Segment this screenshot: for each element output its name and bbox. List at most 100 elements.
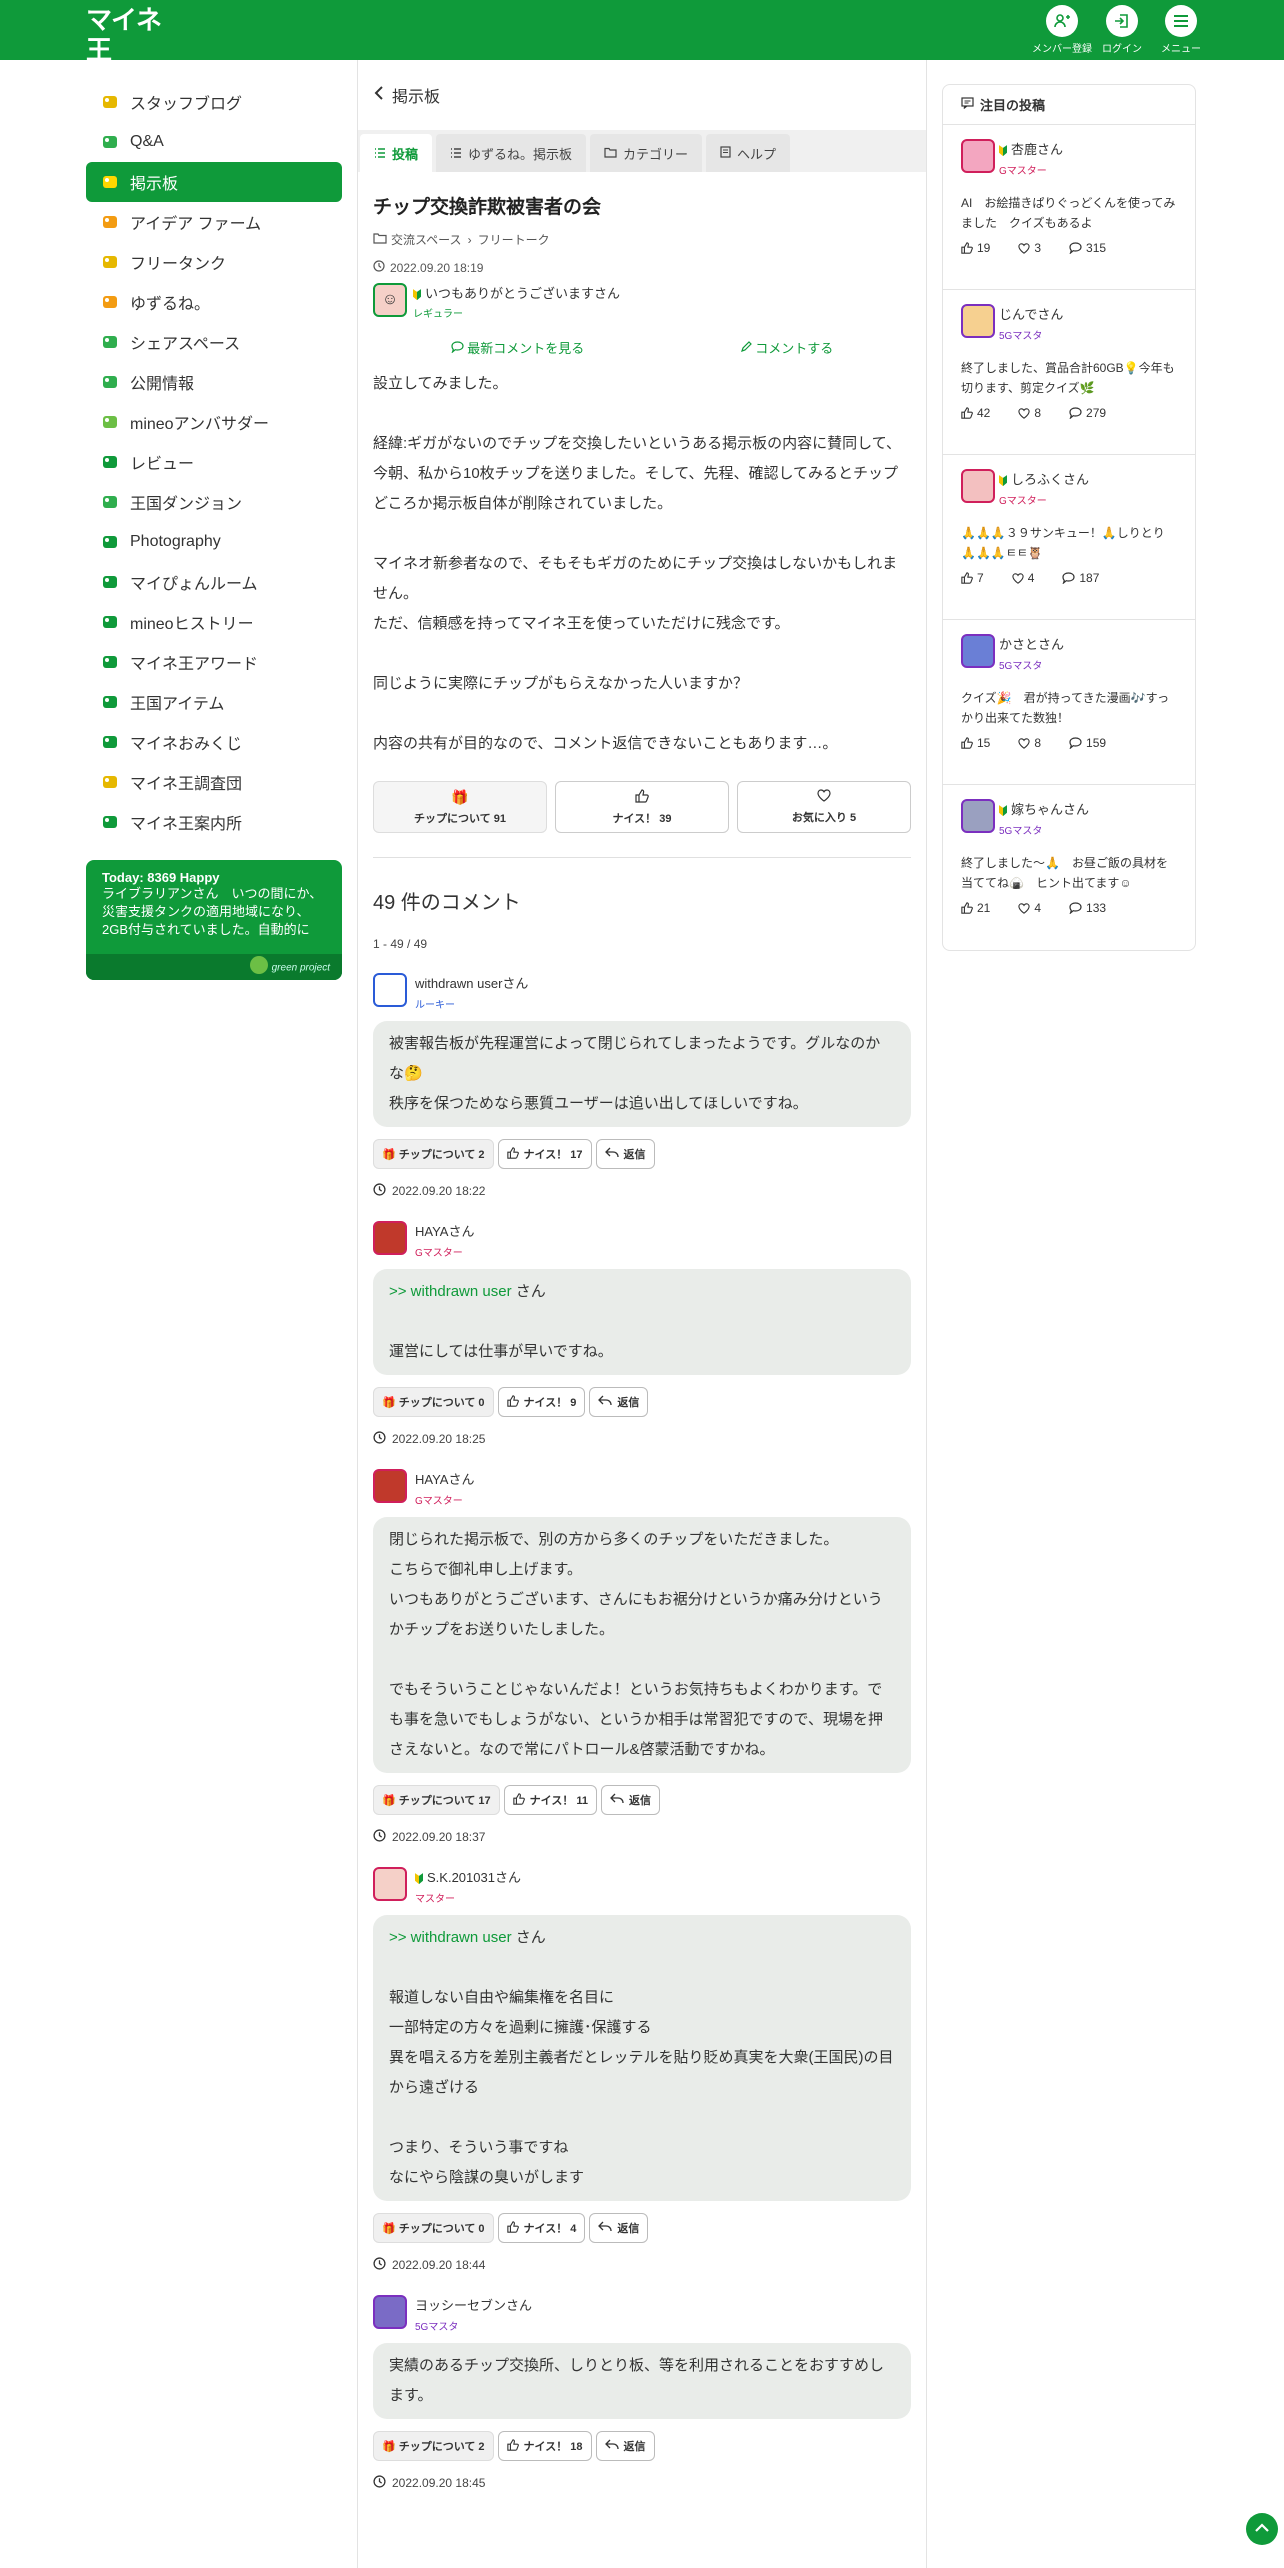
sidebar-item-label: 王国アイテム bbox=[130, 696, 225, 713]
sidebar-item[interactable]: レビュー bbox=[86, 442, 342, 482]
comment-reply-button[interactable]: 返信 bbox=[589, 1387, 649, 1417]
sidebar-item[interactable]: Q&A bbox=[86, 122, 342, 162]
post-paragraph bbox=[373, 639, 911, 669]
favorite-button[interactable]: お気に入り 5 bbox=[737, 781, 911, 833]
pencil-icon bbox=[740, 341, 756, 356]
featured-post-header: 嫁ちゃんさん 5Gマスタ bbox=[961, 799, 1177, 837]
comment-author[interactable]: HAYAさん bbox=[415, 1224, 474, 1239]
comment-tip-button[interactable]: 🎁 チップについて 17 bbox=[373, 1785, 500, 1815]
featured-post-text[interactable]: 終了しました、賞品合計60GB💡今年も切ります、剪定クイズ🌿 bbox=[961, 358, 1177, 400]
comment-tip-button[interactable]: 🎁 チップについて 2 bbox=[373, 2431, 494, 2461]
sidebar-item[interactable]: マイネ王調査団 bbox=[86, 762, 342, 802]
comment-avatar[interactable] bbox=[373, 2295, 407, 2329]
view-latest-comment-link[interactable]: 最新コメントを見る bbox=[450, 338, 584, 357]
comment-reply-button[interactable]: 返信 bbox=[595, 2431, 655, 2461]
sidebar-item[interactable]: シェアスペース bbox=[86, 322, 342, 362]
login-button[interactable]: ログイン bbox=[1092, 5, 1152, 55]
scroll-top-button[interactable] bbox=[1246, 2513, 1278, 2545]
featured-post-avatar[interactable] bbox=[961, 469, 995, 503]
post-category[interactable]: 交流スペース bbox=[391, 231, 462, 248]
comment-author[interactable]: S.K.201031さん bbox=[427, 1870, 521, 1885]
comment-author-rank: マスター bbox=[415, 1894, 455, 1905]
menu-button[interactable]: メニュー bbox=[1151, 5, 1211, 55]
comment-avatar[interactable] bbox=[373, 1221, 407, 1255]
comment-avatar[interactable] bbox=[373, 973, 407, 1007]
featured-post-avatar[interactable] bbox=[961, 634, 995, 668]
comment-avatar[interactable] bbox=[373, 1867, 407, 1901]
sidebar-item[interactable]: マイネ王案内所 bbox=[86, 802, 342, 842]
featured-post-text[interactable]: AI お絵描きぱりぐっどくんを使ってみました クイズもあるよ bbox=[961, 193, 1177, 235]
featured-post-avatar[interactable] bbox=[961, 304, 995, 338]
sidebar-item[interactable]: 掲示板 bbox=[86, 162, 342, 202]
featured-post-author[interactable]: かさとさん bbox=[999, 637, 1064, 652]
tank-icon bbox=[100, 252, 120, 272]
today-happy-banner[interactable]: Today: 8369 Happy ライブラリアンさん いつの間にか、災害支援タ… bbox=[86, 860, 342, 980]
logo-beta: ベータ版 bbox=[97, 68, 134, 78]
hearts-stat: 4 bbox=[1018, 901, 1055, 915]
reply-to-link[interactable]: >> withdrawn user bbox=[389, 1283, 512, 1300]
post-author[interactable]: ☺ いつもありがとうございますさん レギュラー bbox=[373, 283, 911, 320]
comment-avatar[interactable] bbox=[373, 1469, 407, 1503]
comment-nice-button[interactable]: ナイス！ 4 bbox=[497, 2213, 586, 2243]
sidebar-item[interactable]: ゆずるね。 bbox=[86, 282, 342, 322]
author-avatar[interactable]: ☺ bbox=[373, 283, 407, 317]
tip-button[interactable]: 🎁 チップについて 91 bbox=[373, 781, 547, 833]
tab[interactable]: ゆずるね。掲示板 bbox=[436, 134, 587, 172]
comment-reply-button[interactable]: 返信 bbox=[601, 1785, 661, 1815]
back-link[interactable]: 掲示板 bbox=[358, 60, 926, 130]
sidebar-item[interactable]: 王国ダンジョン bbox=[86, 482, 342, 522]
comment-tip-button[interactable]: 🎁 チップについて 0 bbox=[373, 1387, 494, 1417]
tab[interactable]: 投稿 bbox=[360, 134, 433, 172]
sidebar-item[interactable]: mineoアンバサダー bbox=[86, 402, 342, 442]
nice-button[interactable]: ナイス！ 39 bbox=[555, 781, 729, 833]
featured-post-item[interactable]: じんでさん 5Gマスタ 終了しました、賞品合計60GB💡今年も切ります、剪定クイズ🌿… bbox=[943, 290, 1195, 455]
comment-reply-button[interactable]: 返信 bbox=[595, 1139, 655, 1169]
thumbs-up-icon bbox=[961, 737, 973, 749]
featured-post-avatar[interactable] bbox=[961, 799, 995, 833]
member-register-button[interactable]: メンバー登録 bbox=[1032, 5, 1092, 55]
site-logo[interactable]: マイネ王 ベータ版 bbox=[86, 6, 176, 78]
author-name[interactable]: いつもありがとうございますさん bbox=[425, 286, 620, 301]
featured-post-author[interactable]: 嫁ちゃんさん bbox=[1011, 802, 1089, 817]
tab[interactable]: ヘルプ bbox=[706, 134, 791, 172]
post-subcategory[interactable]: フリートーク bbox=[478, 231, 550, 248]
featured-post-text[interactable]: 終了しました〜🙏 お昼ご飯の具材を当ててね🍙 ヒント出てます☺ bbox=[961, 853, 1177, 895]
comment-reply-button[interactable]: 返信 bbox=[589, 2213, 649, 2243]
featured-post-text[interactable]: クイズ🎉 君が持ってきた漫画🎶すっかり出来てた数独！ bbox=[961, 688, 1177, 730]
comment-author[interactable]: ヨッシーセブンさん bbox=[415, 2298, 532, 2313]
sidebar-item[interactable]: mineoヒストリー bbox=[86, 602, 342, 642]
comment-nice-button[interactable]: ナイス！ 9 bbox=[497, 1387, 586, 1417]
featured-post-item[interactable]: かさとさん 5Gマスタ クイズ🎉 君が持ってきた漫画🎶すっかり出来てた数独！ 15 8 1… bbox=[943, 620, 1195, 785]
sidebar-item[interactable]: 公開情報 bbox=[86, 362, 342, 402]
sidebar-item[interactable]: スタッフブログ bbox=[86, 82, 342, 122]
featured-post-author[interactable]: 杏鹿さん bbox=[1011, 142, 1063, 157]
likes-stat: 7 bbox=[961, 571, 998, 585]
tab[interactable]: カテゴリー bbox=[590, 134, 703, 172]
sidebar-item[interactable]: マイぴょんルーム bbox=[86, 562, 342, 602]
sidebar-item[interactable]: フリータンク bbox=[86, 242, 342, 282]
comment-tip-button[interactable]: 🎁 チップについて 2 bbox=[373, 1139, 494, 1169]
write-comment-link[interactable]: コメントする bbox=[740, 338, 833, 357]
featured-post-item[interactable]: しろふくさん Gマスター 🙏🙏🙏３９サンキュー！🙏しりとり🙏🙏🙏ㅌㅌ🦉 7 4 187 bbox=[943, 455, 1195, 620]
featured-post-text[interactable]: 🙏🙏🙏３９サンキュー！🙏しりとり🙏🙏🙏ㅌㅌ🦉 bbox=[961, 523, 1177, 565]
comment-author[interactable]: withdrawn userさん bbox=[415, 976, 528, 991]
sidebar-item[interactable]: マイネ王アワード bbox=[86, 642, 342, 682]
featured-post-item[interactable]: 杏鹿さん Gマスター AI お絵描きぱりぐっどくんを使ってみました クイズもあるよ 1… bbox=[943, 125, 1195, 290]
comment-paragraph: 秩序を保つためなら悪質ユーザーは追い出してほしいですね。 bbox=[389, 1095, 808, 1112]
sidebar-item[interactable]: 王国アイテム bbox=[86, 682, 342, 722]
comment-paragraph: 運営にしては仕事が早いですね。 bbox=[389, 1343, 613, 1360]
comment-nice-button[interactable]: ナイス！ 17 bbox=[497, 1139, 592, 1169]
featured-post-item[interactable]: 嫁ちゃんさん 5Gマスタ終了しました〜🙏 お昼ご飯の具材を当ててね🍙 ヒント出てま… bbox=[943, 785, 1195, 950]
featured-post-author[interactable]: じんでさん bbox=[999, 307, 1063, 322]
comment-nice-button[interactable]: ナイス！ 18 bbox=[497, 2431, 592, 2461]
sidebar-item[interactable]: マイネおみくじ bbox=[86, 722, 342, 762]
comment-nice-button[interactable]: ナイス！ 11 bbox=[503, 1785, 598, 1815]
featured-post-author[interactable]: しろふくさん bbox=[1011, 472, 1089, 487]
comment-tip-button[interactable]: 🎁 チップについて 0 bbox=[373, 2213, 494, 2243]
sidebar-item[interactable]: Photography bbox=[86, 522, 342, 562]
featured-post-avatar[interactable] bbox=[961, 139, 995, 173]
sidebar-item[interactable]: アイデア ファーム bbox=[86, 202, 342, 242]
reply-to-link[interactable]: >> withdrawn user bbox=[389, 1929, 512, 1946]
comment-author[interactable]: HAYAさん bbox=[415, 1472, 474, 1487]
